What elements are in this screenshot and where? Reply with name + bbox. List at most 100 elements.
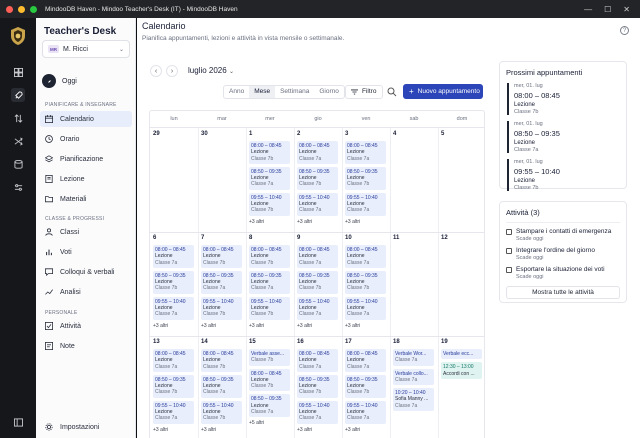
task-item[interactable]: Integrare l'ordine del giorno Scade oggi — [506, 247, 626, 261]
calendar-event[interactable]: 09:55 – 10:40 Lezione Classe 7a — [345, 296, 386, 320]
task-item[interactable]: Esportare la situazione dei voti Scade og… — [506, 266, 626, 280]
day-cell[interactable]: 13 08:00 – 08:45 Lezione Classe 7a 08:50 – 0… — [150, 336, 197, 433]
calendar-event[interactable]: 08:00 – 08:45 Lezione Classe 7a — [345, 141, 386, 164]
day-cell[interactable]: 14 08:00 – 08:45 Lezione Classe 7b 08:50 – 0… — [198, 336, 245, 433]
more-events-link[interactable]: +3 altri — [345, 427, 389, 433]
rail-sidebar-toggle-icon[interactable] — [11, 415, 25, 429]
calendar-event[interactable]: 09:55 – 10:40 Lezione Classe 7b — [201, 296, 242, 320]
sidebar-item-calendario[interactable]: Calendario — [40, 111, 132, 127]
day-cell[interactable]: 2 08:00 – 08:45 Lezione Classe 7a 08:50 – 09… — [294, 128, 341, 225]
day-cell[interactable]: 1 08:00 – 08:45 Lezione Classe 7b 08:50 – 09… — [246, 128, 293, 225]
month-selector[interactable]: luglio 2026 ⌄ — [188, 66, 234, 75]
calendar-event[interactable]: 08:00 – 08:45 Lezione Classe 7a — [345, 245, 386, 268]
calendar-event[interactable]: Verbale ecc... — [441, 349, 482, 360]
rail-dashboard-icon[interactable] — [11, 65, 25, 79]
minimize-window-icon[interactable] — [18, 5, 25, 13]
day-cell[interactable]: 18 Verbale Wor... Classe 7a Verbale collo..… — [390, 336, 437, 414]
sidebar-item-orario[interactable]: Orario — [40, 131, 132, 147]
task-checkbox[interactable] — [506, 248, 512, 254]
day-cell[interactable]: 8 08:00 – 08:45 Lezione Classe 7b 08:50 – 09… — [246, 232, 293, 329]
sidebar-item-impostazioni[interactable]: Impostazioni — [40, 419, 132, 435]
more-events-link[interactable]: +3 altri — [201, 427, 245, 433]
calendar-event[interactable]: 10:20 – 10:40 Sofia Manny ... Classe 7a — [393, 388, 434, 412]
day-cell[interactable]: 12 — [438, 232, 484, 245]
show-all-tasks-button[interactable]: Mostra tutte le attività — [506, 286, 620, 299]
day-cell[interactable]: 5 — [438, 128, 484, 141]
day-cell[interactable]: 4 — [390, 128, 437, 141]
calendar-event[interactable]: 08:00 – 08:45 Lezione Classe 7b — [201, 349, 242, 372]
more-events-link[interactable]: +3 altri — [345, 219, 389, 225]
more-events-link[interactable]: +3 altri — [345, 323, 389, 329]
calendar-event[interactable]: 12:30 – 13:00 Accordi con ... — [441, 362, 482, 379]
sidebar-item-voti[interactable]: Voti — [40, 244, 132, 260]
calendar-event[interactable]: 08:00 – 08:45 Lezione Classe 7b — [201, 245, 242, 268]
calendar-event[interactable]: 08:50 – 09:35 Lezione Classe 7b — [153, 270, 194, 294]
task-checkbox[interactable] — [506, 229, 512, 235]
day-cell[interactable]: 9 08:00 – 08:45 Lezione Classe 7a 08:50 – 09… — [294, 232, 341, 329]
task-checkbox[interactable] — [506, 267, 512, 273]
day-cell[interactable]: 15 Verbale asse... Classe 7b 08:00 – 08:45 L… — [246, 336, 293, 426]
sidebar-item-analisi[interactable]: Analisi — [40, 284, 132, 300]
rail-transfer-icon[interactable] — [11, 111, 25, 125]
calendar-event[interactable]: 08:50 – 09:35 Lezione Classe 7a — [201, 374, 242, 398]
close-button[interactable]: ✕ — [623, 5, 630, 14]
sidebar-item-classi[interactable]: Classi — [40, 224, 132, 240]
calendar-event[interactable]: 09:55 – 10:40 Lezione Classe 7a — [153, 400, 194, 424]
calendar-event[interactable]: 09:55 – 10:40 Lezione Classe 7a — [297, 296, 338, 320]
day-cell[interactable]: 10 08:00 – 08:45 Lezione Classe 7a 08:50 – 0… — [342, 232, 389, 329]
more-events-link[interactable]: +3 altri — [249, 219, 293, 225]
upcoming-item[interactable]: mer, 01. lug 08:00 – 08:45 Lezione Class… — [507, 83, 626, 115]
calendar-event[interactable]: Verbale asse... Classe 7b — [249, 349, 290, 366]
maximize-button[interactable]: ☐ — [604, 5, 611, 14]
calendar-event[interactable]: 08:50 – 09:35 Lezione Classe 7b — [345, 270, 386, 294]
calendar-event[interactable]: 08:00 – 08:45 Lezione Classe 7b — [249, 368, 290, 392]
calendar-event[interactable]: 08:00 – 08:45 Lezione Classe 7a — [297, 349, 338, 372]
more-events-link[interactable]: +3 altri — [153, 323, 197, 329]
new-appointment-button[interactable]: + Nuovo appuntamento — [403, 84, 483, 99]
calendar-event[interactable]: 08:00 – 08:45 Lezione Classe 7b — [249, 141, 290, 164]
calendar-event[interactable]: 08:50 – 09:35 Lezione Classe 7a — [249, 166, 290, 190]
filter-button[interactable]: Filtro — [345, 85, 384, 99]
calendar-event[interactable]: 08:50 – 09:35 Lezione Classe 7a — [201, 270, 242, 294]
day-cell[interactable]: 7 08:00 – 08:45 Lezione Classe 7b 08:50 – 09… — [198, 232, 245, 329]
rail-rocket-icon[interactable] — [11, 88, 25, 102]
calendar-event[interactable]: 08:50 – 09:35 Lezione Classe 7b — [297, 374, 338, 398]
calendar-event[interactable]: 08:00 – 08:45 Lezione Classe 7a — [153, 349, 194, 372]
calendar-event[interactable]: 09:55 – 10:40 Lezione Classe 7a — [297, 400, 338, 424]
day-cell[interactable]: 11 — [390, 232, 437, 245]
minimize-button[interactable]: — — [584, 5, 592, 14]
sidebar-item-today[interactable]: Oggi — [42, 73, 130, 89]
more-events-link[interactable]: +3 altri — [249, 323, 293, 329]
calendar-event[interactable]: 09:55 – 10:40 Lezione Classe 7a — [297, 192, 338, 216]
more-events-link[interactable]: +3 altri — [297, 219, 341, 225]
search-icon[interactable] — [387, 87, 397, 97]
more-events-link[interactable]: +3 altri — [297, 427, 341, 433]
tab-anno[interactable]: Anno — [224, 86, 249, 98]
more-events-link[interactable]: +3 altri — [153, 427, 197, 433]
more-events-link[interactable]: +3 altri — [297, 323, 341, 329]
prev-month-button[interactable]: ‹ — [150, 65, 162, 77]
next-month-button[interactable]: › — [166, 65, 178, 77]
calendar-event[interactable]: 08:00 – 08:45 Lezione Classe 7b — [249, 245, 290, 268]
day-cell[interactable]: 29 — [150, 128, 197, 141]
calendar-event[interactable]: Verbale collo... Classe 7a — [393, 368, 434, 386]
calendar-event[interactable]: 08:50 – 09:35 Lezione Classe 7b — [297, 270, 338, 294]
day-cell[interactable]: 3 08:00 – 08:45 Lezione Classe 7a 08:50 – 09… — [342, 128, 389, 225]
calendar-event[interactable]: 08:00 – 08:45 Lezione Classe 7a — [153, 245, 194, 268]
calendar-event[interactable]: 09:55 – 10:40 Lezione Classe 7b — [201, 400, 242, 424]
calendar-event[interactable]: 08:50 – 09:35 Lezione Classe 7a — [249, 270, 290, 294]
calendar-event[interactable]: 08:50 – 09:35 Lezione Classe 7b — [345, 374, 386, 398]
rail-database-icon[interactable] — [11, 157, 25, 171]
upcoming-item[interactable]: mer, 01. lug 09:55 – 10:40 Lezione Class… — [507, 159, 626, 191]
calendar-event[interactable]: 08:00 – 08:45 Lezione Classe 7a — [297, 141, 338, 164]
more-events-link[interactable]: +5 altri — [249, 420, 293, 426]
help-icon[interactable]: ? — [620, 26, 629, 35]
calendar-event[interactable]: 08:50 – 09:35 Lezione Classe 7b — [297, 166, 338, 190]
user-selector[interactable]: MR M. Ricci ⌄ — [42, 40, 130, 58]
day-cell[interactable]: 30 — [198, 128, 245, 141]
task-item[interactable]: Stampare i contatti di emergenza Scade og… — [506, 228, 626, 242]
sidebar-item-attivita[interactable]: Attività — [40, 318, 132, 334]
calendar-event[interactable]: 08:50 – 09:35 Lezione Classe 7a — [249, 394, 290, 418]
rail-sliders-icon[interactable] — [11, 180, 25, 194]
upcoming-item[interactable]: mer, 01. lug 08:50 – 09:35 Lezione Class… — [507, 121, 626, 153]
